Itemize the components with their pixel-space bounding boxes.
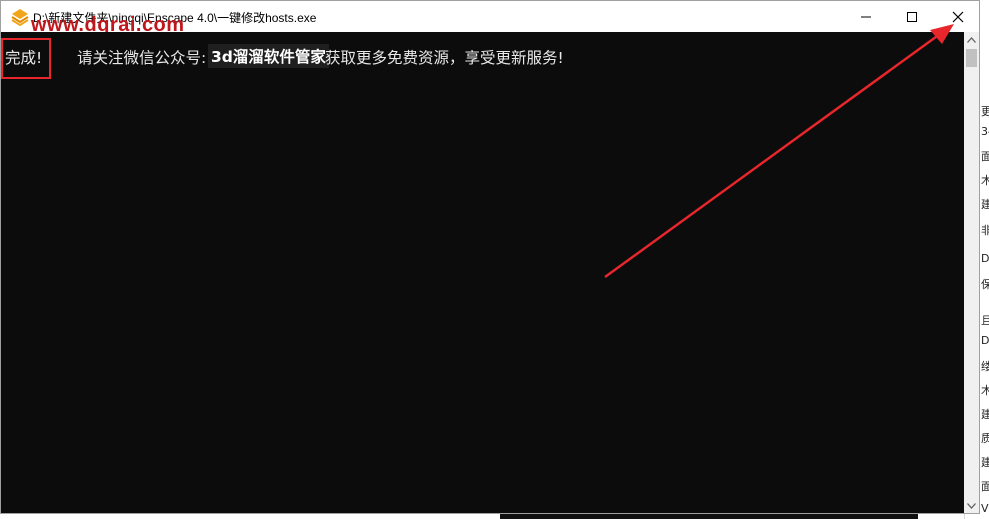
notice-prefix-text: 请关注微信公众号:	[77, 49, 207, 67]
background-glyph: 木	[981, 382, 989, 398]
maximize-button[interactable]	[889, 1, 935, 32]
chevron-down-icon	[967, 502, 976, 509]
close-button[interactable]	[935, 1, 981, 32]
background-glyph: 木	[981, 172, 989, 188]
background-glyph: 保	[981, 276, 989, 292]
background-glyph: D	[981, 334, 989, 347]
background-glyph: DS	[981, 252, 989, 265]
background-glyph: 34	[981, 125, 989, 138]
title-bar[interactable]: D:\新建文件夹\ningqi\Enscape 4.0\一键修改hosts.ex…	[1, 1, 981, 36]
console-window: D:\新建文件夹\ningqi\Enscape 4.0\一键修改hosts.ex…	[0, 0, 980, 514]
background-glyph: 建	[981, 196, 989, 212]
close-icon	[952, 11, 964, 22]
minimize-button[interactable]	[843, 1, 889, 32]
background-glyph: 非	[981, 222, 989, 238]
scroll-down-button[interactable]	[964, 498, 979, 513]
enscape-app-icon	[11, 9, 29, 26]
background-glyph: 且	[981, 312, 989, 328]
console-output: 完成! 请关注微信公众号: 3d溜溜软件管家 获取更多免费资源，享受更新服务!	[1, 32, 964, 513]
background-glyph: 更	[981, 103, 989, 119]
background-glyph: 建	[981, 406, 989, 422]
brand-text: 3d溜溜软件管家	[208, 44, 329, 68]
chevron-up-icon	[967, 36, 976, 43]
notice-suffix-text: 获取更多免费资源，享受更新服务!	[325, 49, 564, 67]
background-glyph: 面	[981, 148, 989, 164]
scroll-up-button[interactable]	[964, 32, 979, 47]
background-glyph: 质	[981, 430, 989, 446]
maximize-icon	[907, 11, 917, 22]
minimize-icon	[861, 16, 871, 17]
background-glyph: 缕	[981, 358, 989, 374]
vertical-scrollbar[interactable]	[964, 32, 979, 513]
background-glyph: 面	[981, 478, 989, 494]
background-glyph: Vi	[981, 502, 989, 515]
annotation-highlight-box	[1, 38, 51, 79]
scrollbar-thumb[interactable]	[966, 49, 977, 67]
background-glyph: 建	[981, 454, 989, 470]
